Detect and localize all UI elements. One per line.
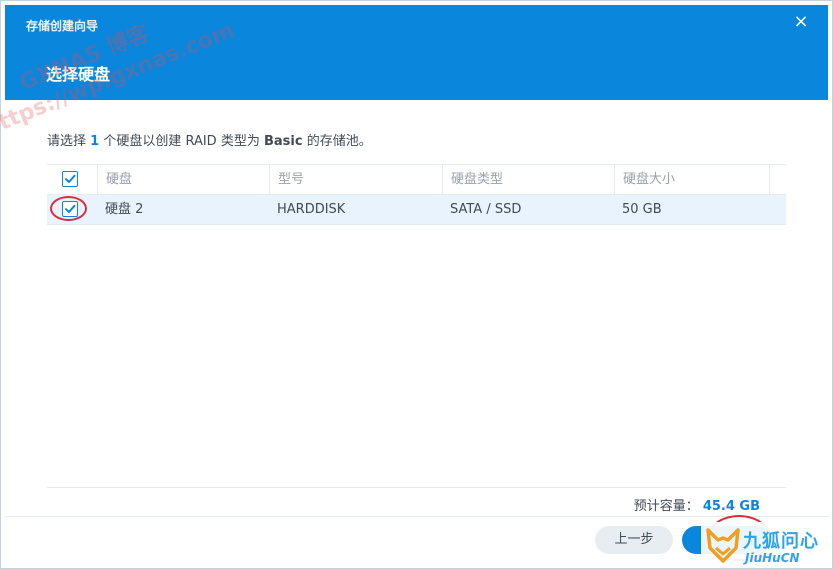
cell-disk-size: 50 GB (622, 202, 662, 217)
row-checkbox-cell (47, 195, 97, 224)
select-all-checkbox[interactable] (62, 171, 78, 187)
content-divider (47, 487, 786, 488)
instruction-prefix: 请选择 (47, 134, 91, 149)
row-checkbox[interactable] (62, 201, 78, 217)
instruction-middle: 个硬盘以创建 RAID 类型为 (99, 134, 264, 149)
column-header-disk[interactable]: 硬盘 (97, 165, 269, 194)
cell-disk: 硬盘 2 (105, 202, 144, 217)
close-icon[interactable]: × (792, 13, 810, 31)
disk-count: 1 (90, 134, 100, 149)
column-header-disk-size[interactable]: 硬盘大小 (614, 165, 769, 194)
next-button[interactable] (682, 526, 772, 554)
instruction-suffix: 的存储池。 (302, 134, 372, 149)
capacity-label: 预计容量： (633, 499, 699, 514)
header-checkbox-cell (47, 165, 97, 194)
column-header-model[interactable]: 型号 (269, 165, 442, 194)
instruction-text: 请选择 1 个硬盘以创建 RAID 类型为 Basic 的存储池。 (47, 130, 372, 149)
capacity-value: 45.4 GB (702, 499, 760, 514)
table-row[interactable]: 硬盘 2 HARDDISK SATA / SSD 50 GB (47, 195, 786, 225)
footer-divider (5, 516, 830, 517)
storage-wizard-dialog: 存储创建向导 × 选择硬盘 请选择 1 个硬盘以创建 RAID 类型为 Basi… (0, 0, 833, 569)
table-header: 硬盘 型号 硬盘类型 硬盘大小 (47, 164, 786, 195)
dialog-header: 存储创建向导 × 选择硬盘 (5, 5, 828, 100)
check-icon (65, 204, 76, 213)
step-title: 选择硬盘 (46, 65, 111, 84)
cell-model: HARDDISK (277, 202, 346, 217)
raid-type: Basic (263, 134, 303, 149)
window-title: 存储创建向导 (26, 19, 99, 33)
column-header-disk-type[interactable]: 硬盘类型 (442, 165, 614, 194)
column-header-spacer (769, 165, 786, 194)
check-icon (65, 174, 76, 183)
estimated-capacity: 预计容量： 45.4 GB (634, 495, 760, 514)
disk-table: 硬盘 型号 硬盘类型 硬盘大小 硬盘 2 HARDDISK SATA / SSD… (47, 164, 786, 225)
cell-disk-type: SATA / SSD (450, 202, 522, 217)
previous-button[interactable]: 上一步 (595, 526, 673, 554)
